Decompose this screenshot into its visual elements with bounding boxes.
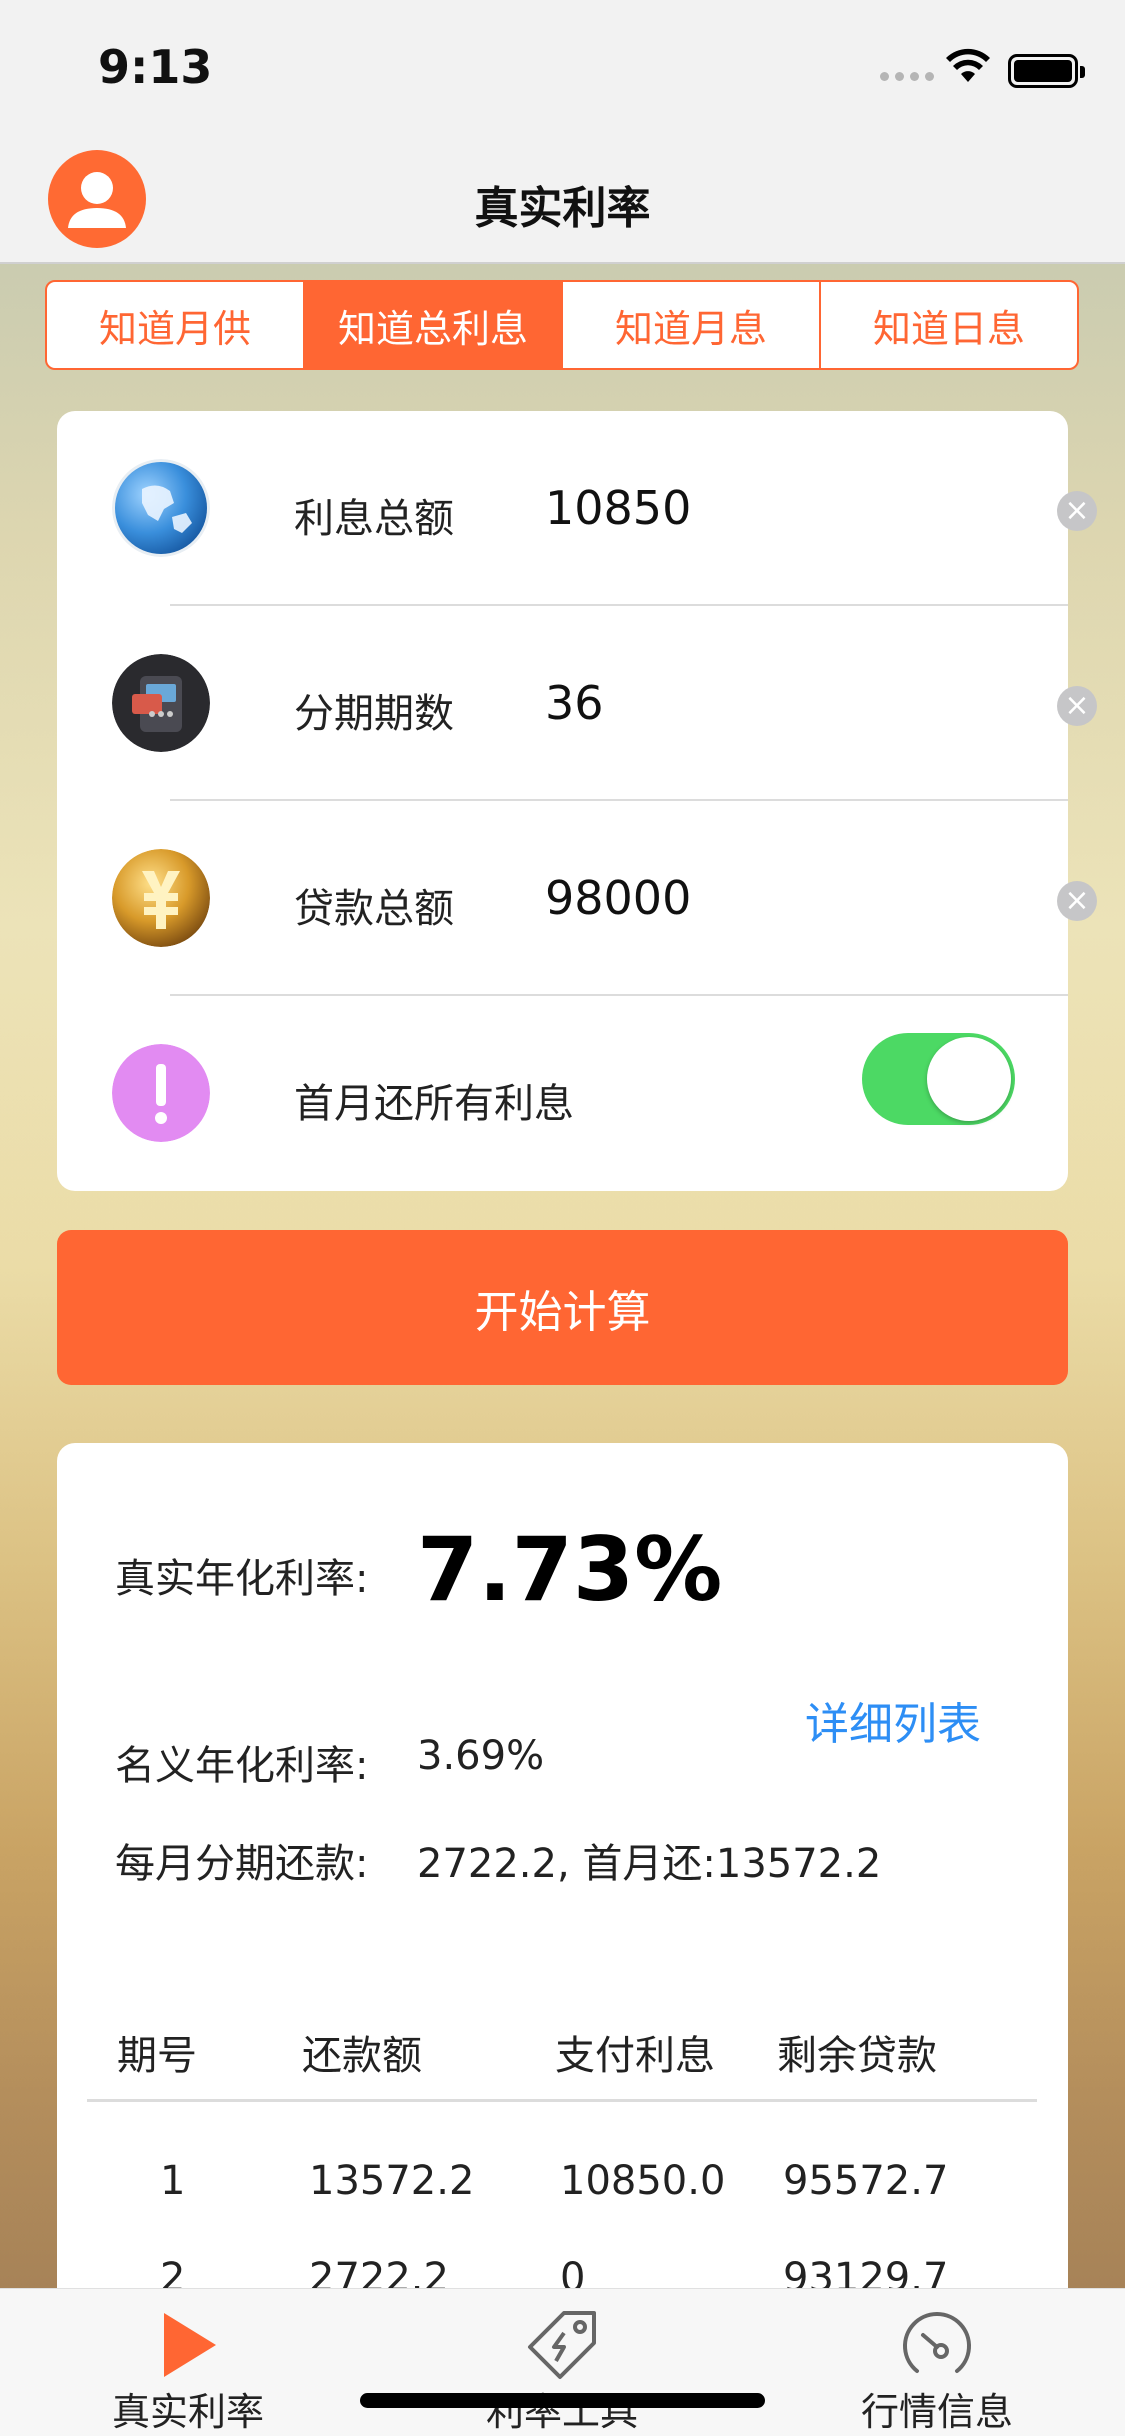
tabbar-item-market-info[interactable]: 行情信息: [787, 2289, 1087, 2436]
total-interest-row: 利息总额 10850 ×: [112, 411, 1097, 606]
table-cell: 1: [160, 2158, 186, 2204]
calculate-button[interactable]: 开始计算: [57, 1230, 1068, 1385]
tabbar-label: 行情信息: [860, 2390, 1013, 2434]
status-time: 9:13: [98, 40, 213, 94]
total-interest-input[interactable]: 10850: [545, 481, 691, 535]
column-header-period: 期号: [117, 2033, 197, 2079]
total-interest-label: 利息总额: [294, 496, 454, 542]
real-rate-label: 真实年化利率:: [115, 1556, 369, 1602]
schedule-table-header: 期号 还款额 支付利息 剩余贷款: [57, 1973, 1068, 2079]
tabbar-item-rate-tools[interactable]: 利率工具: [412, 2289, 712, 2436]
play-icon: [164, 2313, 216, 2377]
tabbar-item-real-rate[interactable]: 真实利率: [38, 2289, 338, 2436]
close-icon: ×: [1064, 493, 1090, 528]
globe-icon: [112, 459, 210, 557]
input-form-card: 利息总额 10850 × 分期期数 36 × 贷款总额 98000 × 首月还所…: [57, 411, 1097, 1191]
column-header-interest: 支付利息: [555, 2033, 715, 2079]
page-title: 真实利率: [474, 183, 651, 234]
first-month-interest-toggle[interactable]: [862, 1033, 1015, 1125]
monthly-payment-label: 每月分期还款:: [115, 1841, 369, 1887]
table-row: 1 13572.2 10850.0 95572.7: [57, 2158, 1068, 2218]
column-header-payment: 还款额: [302, 2033, 422, 2079]
first-month-interest-label: 首月还所有利息: [294, 1081, 574, 1127]
table-cell: 13572.2: [309, 2158, 475, 2204]
tab-know-monthly-interest[interactable]: 知道月息: [563, 282, 821, 368]
battery-icon: [1008, 54, 1085, 88]
divider: [87, 2099, 1037, 2102]
clear-total-interest-button[interactable]: ×: [1057, 491, 1097, 531]
installments-input[interactable]: 36: [545, 676, 604, 730]
gauge-icon: [903, 2312, 971, 2373]
wifi-icon: [946, 48, 990, 82]
tabbar-label: 真实利率: [111, 2390, 264, 2434]
card-reader-icon: [112, 654, 210, 752]
tab-know-monthly-payment[interactable]: 知道月供: [47, 282, 305, 368]
close-icon: ×: [1064, 688, 1090, 723]
tab-know-daily-interest[interactable]: 知道日息: [821, 282, 1077, 368]
loan-amount-label: 贷款总额: [294, 886, 454, 932]
navigation-bar: 真实利率: [0, 132, 1125, 264]
nominal-rate-label: 名义年化利率:: [115, 1743, 369, 1789]
loan-amount-input[interactable]: 98000: [545, 871, 691, 925]
exclamation-icon: [112, 1044, 210, 1142]
tabbar-label: 利率工具: [485, 2390, 638, 2434]
installments-label: 分期期数: [294, 691, 454, 737]
clear-installments-button[interactable]: ×: [1057, 686, 1097, 726]
home-indicator: [360, 2393, 765, 2408]
mode-segmented-control: 知道月供 知道总利息 知道月息 知道日息: [45, 280, 1079, 370]
bottom-tab-bar: 真实利率 利率工具 行情信息: [0, 2288, 1125, 2436]
installments-row: 分期期数 36 ×: [112, 606, 1097, 801]
loan-amount-row: 贷款总额 98000 ×: [112, 801, 1097, 996]
tab-know-total-interest[interactable]: 知道总利息: [305, 282, 563, 368]
table-cell: 95572.7: [783, 2158, 949, 2204]
column-header-remaining: 剩余贷款: [777, 2033, 937, 2079]
clear-loan-amount-button[interactable]: ×: [1057, 881, 1097, 921]
monthly-payment-value: 2722.2, 首月还:13572.2: [417, 1841, 882, 1887]
real-rate-value: 7.73%: [417, 1518, 723, 1621]
table-cell: 10850.0: [560, 2158, 726, 2204]
detail-list-link[interactable]: 详细列表: [805, 1688, 981, 1752]
cellular-signal-icon: [880, 72, 934, 81]
close-icon: ×: [1064, 883, 1090, 918]
tag-icon: [528, 2311, 596, 2379]
nominal-rate-value: 3.69%: [417, 1733, 545, 1779]
status-bar: 9:13: [0, 0, 1125, 132]
yuan-coin-icon: [112, 849, 210, 947]
